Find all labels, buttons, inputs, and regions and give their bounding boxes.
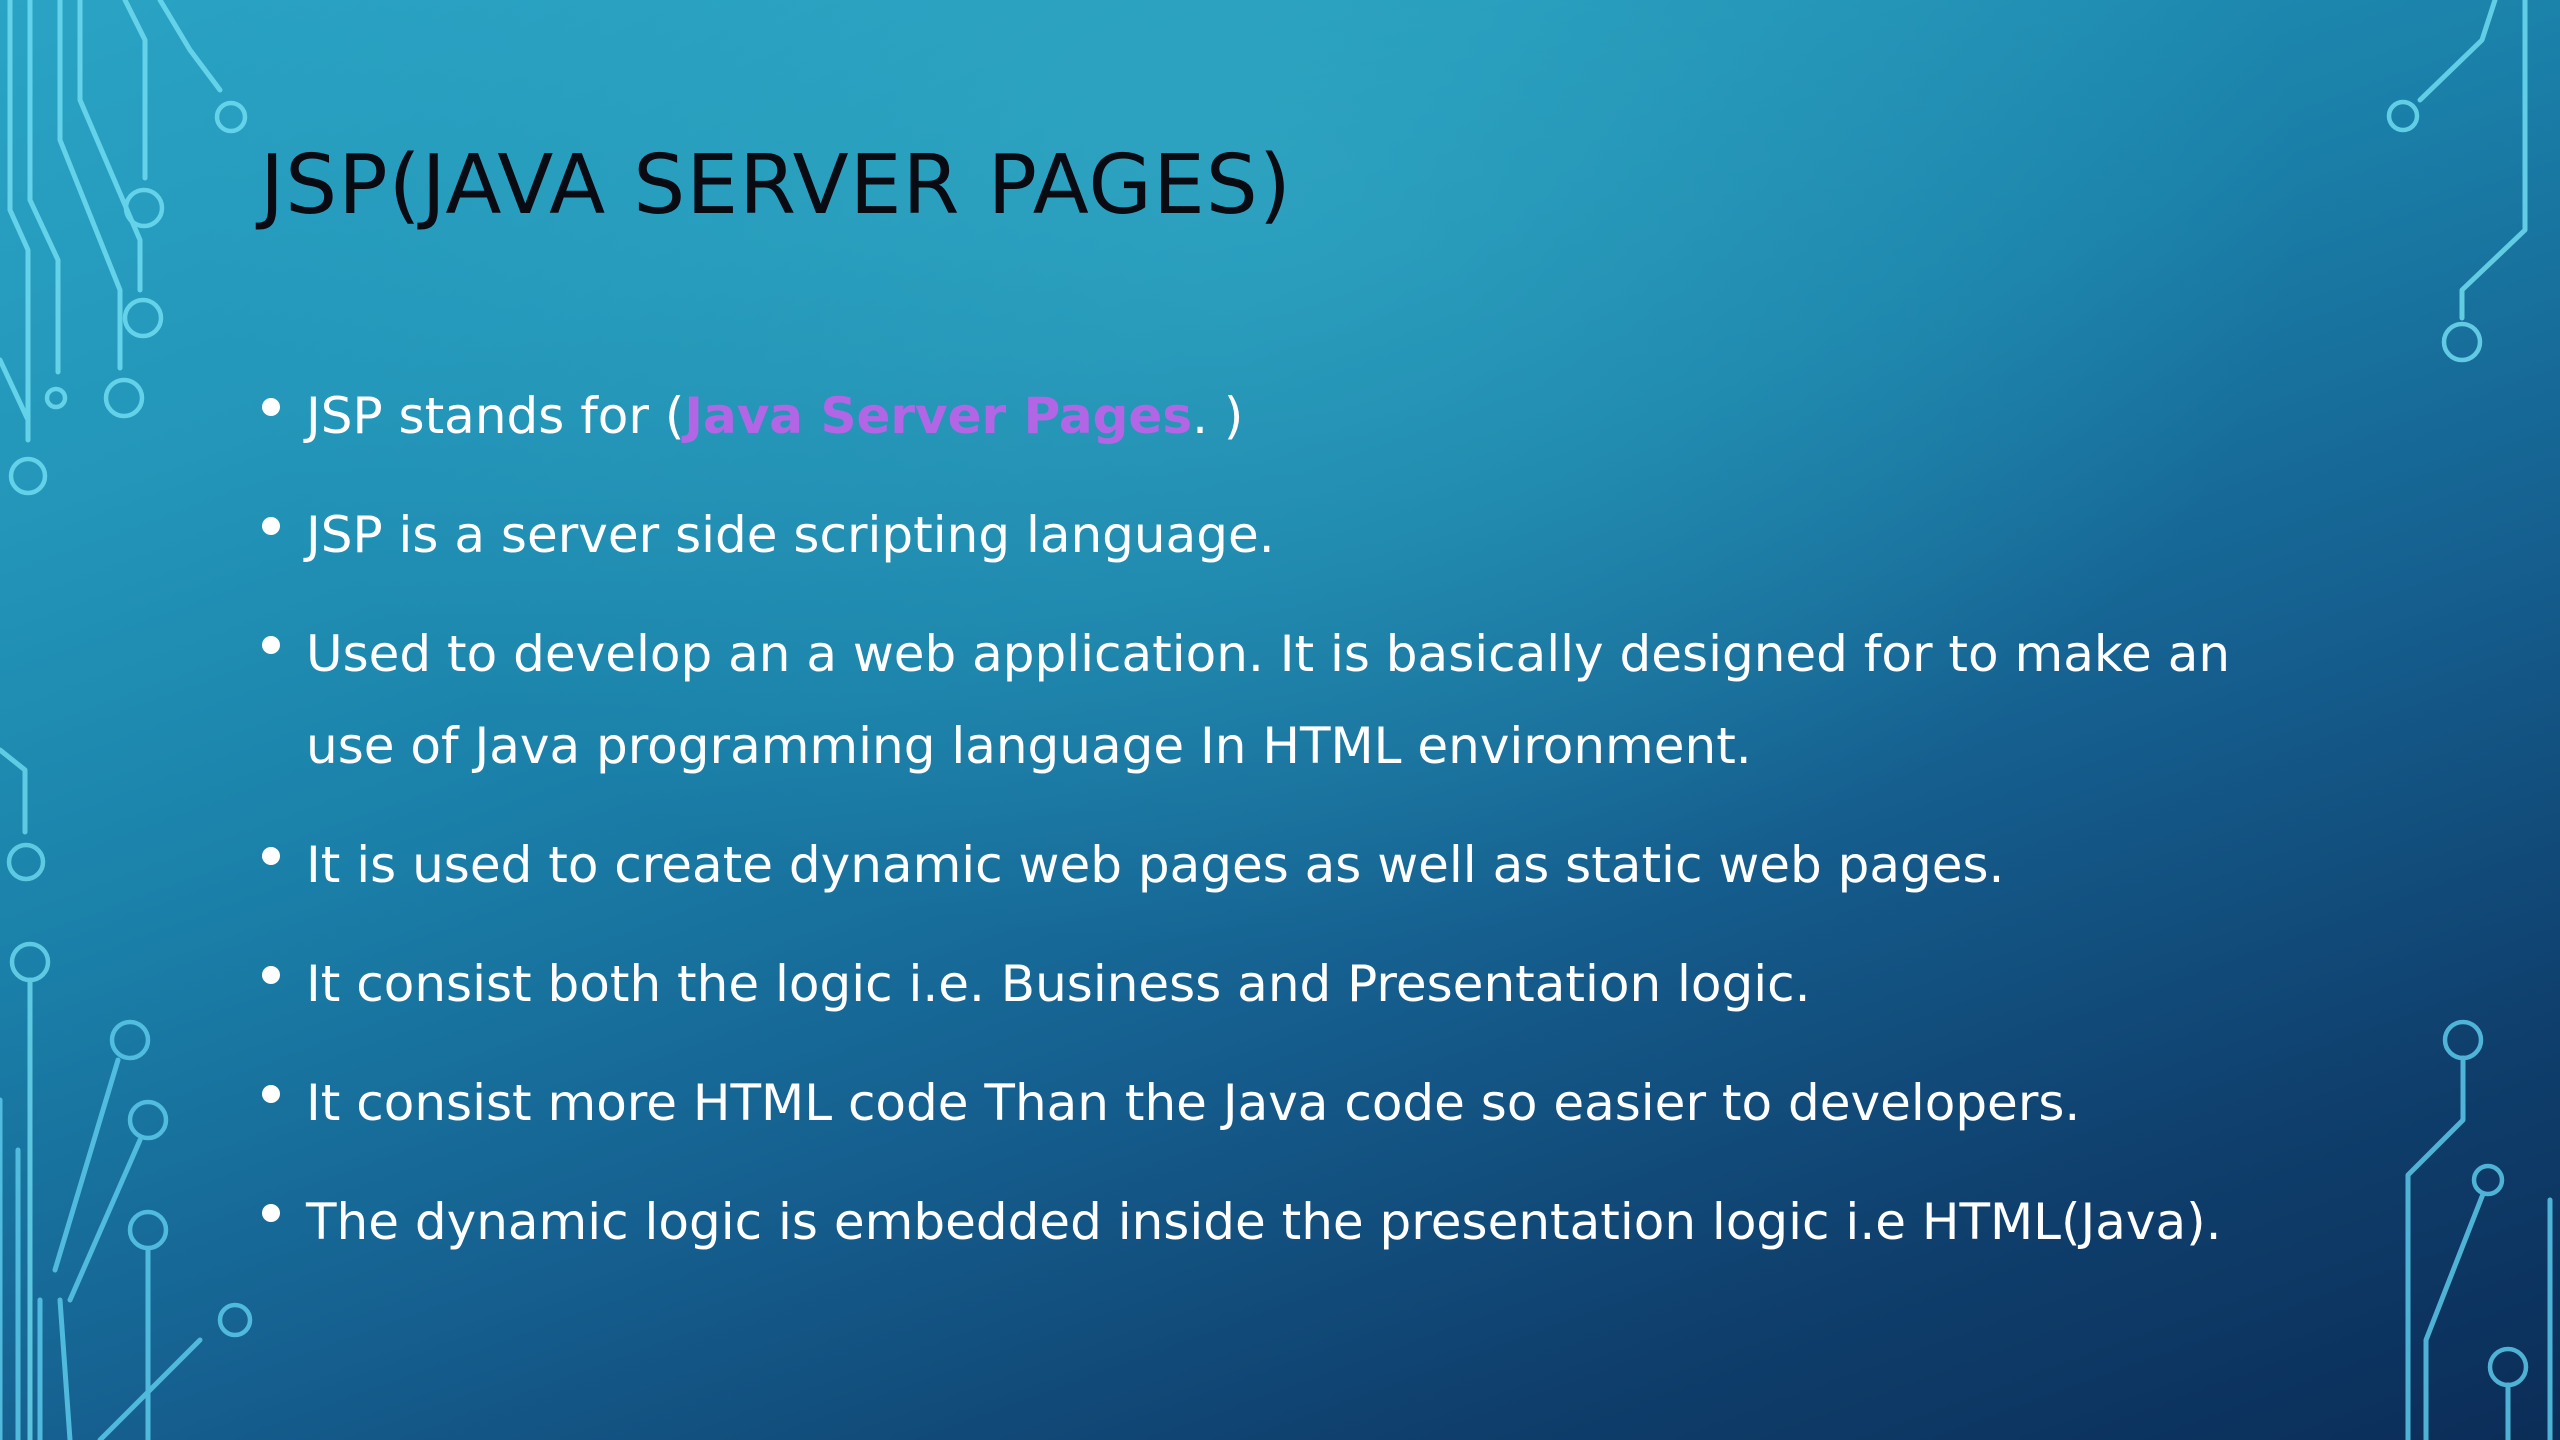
bullet-item: It consist more HTML code Than the Java …: [260, 1057, 2320, 1149]
bullet-text: It is used to create dynamic web pages a…: [306, 836, 2005, 894]
left-bottom-circuit-icon: [0, 1019, 253, 1440]
bullet-icon: [262, 966, 280, 984]
bullet-text: Used to develop an a web application. It…: [306, 625, 2231, 775]
right-bottom-circuit-icon: [2405, 1019, 2553, 1440]
bullet-item: The dynamic logic is embedded inside the…: [260, 1176, 2320, 1268]
bullet-item: JSP is a server side scripting language.: [260, 489, 2320, 581]
bullet-icon: [262, 636, 280, 654]
highlight-text: Java Server Pages: [684, 387, 1193, 445]
bullet-text: JSP is a server side scripting language.: [306, 506, 1275, 564]
bullet-icon: [262, 847, 280, 865]
bullet-text: It consist both the logic i.e. Business …: [306, 955, 1811, 1013]
bullet-item: Used to develop an a web application. It…: [260, 608, 2320, 792]
bullet-list: JSP stands for (Java Server Pages. ) JSP…: [260, 370, 2320, 1295]
right-top-circuit-icon: [2386, 0, 2528, 363]
bullet-icon: [262, 398, 280, 416]
bullet-item: It consist both the logic i.e. Business …: [260, 938, 2320, 1030]
slide: JSP(JAVA SERVER PAGES) JSP stands for (J…: [0, 0, 2560, 1440]
bullet-icon: [262, 517, 280, 535]
slide-title: JSP(JAVA SERVER PAGES): [260, 138, 1292, 233]
left-top-circuit-icon: [0, 0, 248, 496]
bullet-icon: [262, 1085, 280, 1103]
bullet-text: It consist more HTML code Than the Java …: [306, 1074, 2081, 1132]
bullet-item: JSP stands for (Java Server Pages. ): [260, 370, 2320, 462]
bullet-icon: [262, 1204, 280, 1222]
bullet-text: JSP stands for (: [306, 387, 685, 445]
bullet-text-tail: . ): [1192, 387, 1244, 445]
bullet-text: The dynamic logic is embedded inside the…: [306, 1193, 2222, 1251]
bullet-item: It is used to create dynamic web pages a…: [260, 819, 2320, 911]
